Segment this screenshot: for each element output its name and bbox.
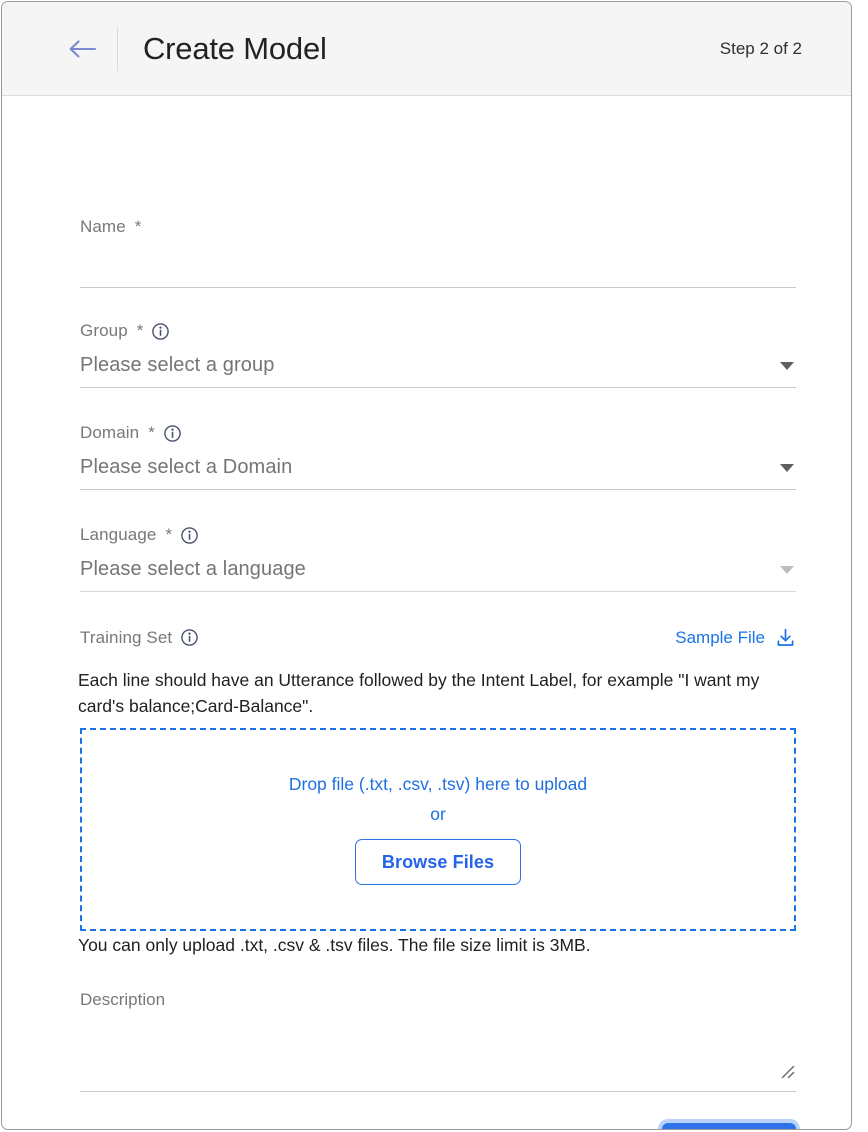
group-selected-value: Please select a group: [80, 354, 274, 377]
domain-label: Domain *: [80, 423, 796, 443]
language-field-group: Language * Please select a language: [80, 525, 796, 581]
domain-info-icon[interactable]: [164, 425, 181, 442]
name-underline: [80, 287, 796, 288]
name-required-mark: *: [135, 217, 142, 237]
header-divider: [117, 27, 118, 71]
language-underline: [80, 591, 796, 592]
domain-required-mark: *: [148, 423, 155, 443]
group-select[interactable]: Please select a group: [80, 354, 796, 377]
dropzone-or-text: or: [430, 804, 446, 825]
arrow-left-icon: [67, 37, 97, 61]
file-dropzone[interactable]: Drop file (.txt, .csv, .tsv) here to upl…: [80, 728, 796, 931]
step-indicator: Step 2 of 2: [720, 39, 802, 59]
group-required-mark: *: [137, 321, 144, 341]
create-model-dialog: Create Model Step 2 of 2 Name * Group *: [1, 1, 852, 1130]
name-input[interactable]: [80, 249, 796, 297]
dialog-header: Create Model Step 2 of 2: [2, 2, 851, 96]
description-textarea[interactable]: [80, 1014, 796, 1088]
name-label: Name *: [80, 217, 796, 237]
download-icon: [775, 627, 796, 648]
language-required-mark: *: [165, 525, 172, 545]
language-selected-value: Please select a language: [80, 558, 306, 581]
group-label-text: Group: [80, 321, 128, 341]
domain-selected-value: Please select a Domain: [80, 456, 292, 479]
language-info-icon[interactable]: [181, 527, 198, 544]
training-set-label: Training Set: [80, 628, 198, 648]
group-label: Group *: [80, 321, 796, 341]
training-set-header: Training Set Sample File: [80, 627, 796, 648]
domain-select[interactable]: Please select a Domain: [80, 456, 796, 479]
training-set-helper-text: Each line should have an Utterance follo…: [78, 667, 804, 719]
description-label: Description: [80, 990, 165, 1010]
chevron-down-icon: [780, 464, 794, 472]
create-button[interactable]: Create: [662, 1123, 796, 1131]
name-field-group: Name *: [80, 217, 796, 297]
group-underline: [80, 387, 796, 388]
language-select[interactable]: Please select a language: [80, 558, 796, 581]
training-set-info-icon[interactable]: [181, 629, 198, 646]
name-label-text: Name: [80, 217, 126, 237]
cancel-button[interactable]: Cancel: [558, 1126, 634, 1130]
browse-files-button[interactable]: Browse Files: [355, 839, 521, 885]
training-set-label-text: Training Set: [80, 628, 172, 648]
back-button[interactable]: [64, 31, 100, 67]
domain-underline: [80, 489, 796, 490]
domain-field-group: Domain * Please select a Domain: [80, 423, 796, 479]
language-label: Language *: [80, 525, 796, 545]
group-info-icon[interactable]: [152, 323, 169, 340]
dropzone-instruction: Drop file (.txt, .csv, .tsv) here to upl…: [289, 774, 587, 795]
dialog-footer: Cancel Create: [80, 1116, 796, 1130]
create-model-screen: Create Model Step 2 of 2 Name * Group *: [0, 0, 868, 1132]
sample-file-label: Sample File: [675, 628, 765, 648]
chevron-down-icon: [780, 362, 794, 370]
chevron-down-icon: [780, 566, 794, 574]
language-label-text: Language: [80, 525, 156, 545]
file-limit-text: You can only upload .txt, .csv & .tsv fi…: [78, 935, 591, 956]
description-underline: [80, 1091, 796, 1092]
page-title: Create Model: [143, 31, 327, 67]
domain-label-text: Domain: [80, 423, 139, 443]
group-field-group: Group * Please select a group: [80, 321, 796, 377]
sample-file-link[interactable]: Sample File: [675, 627, 796, 648]
